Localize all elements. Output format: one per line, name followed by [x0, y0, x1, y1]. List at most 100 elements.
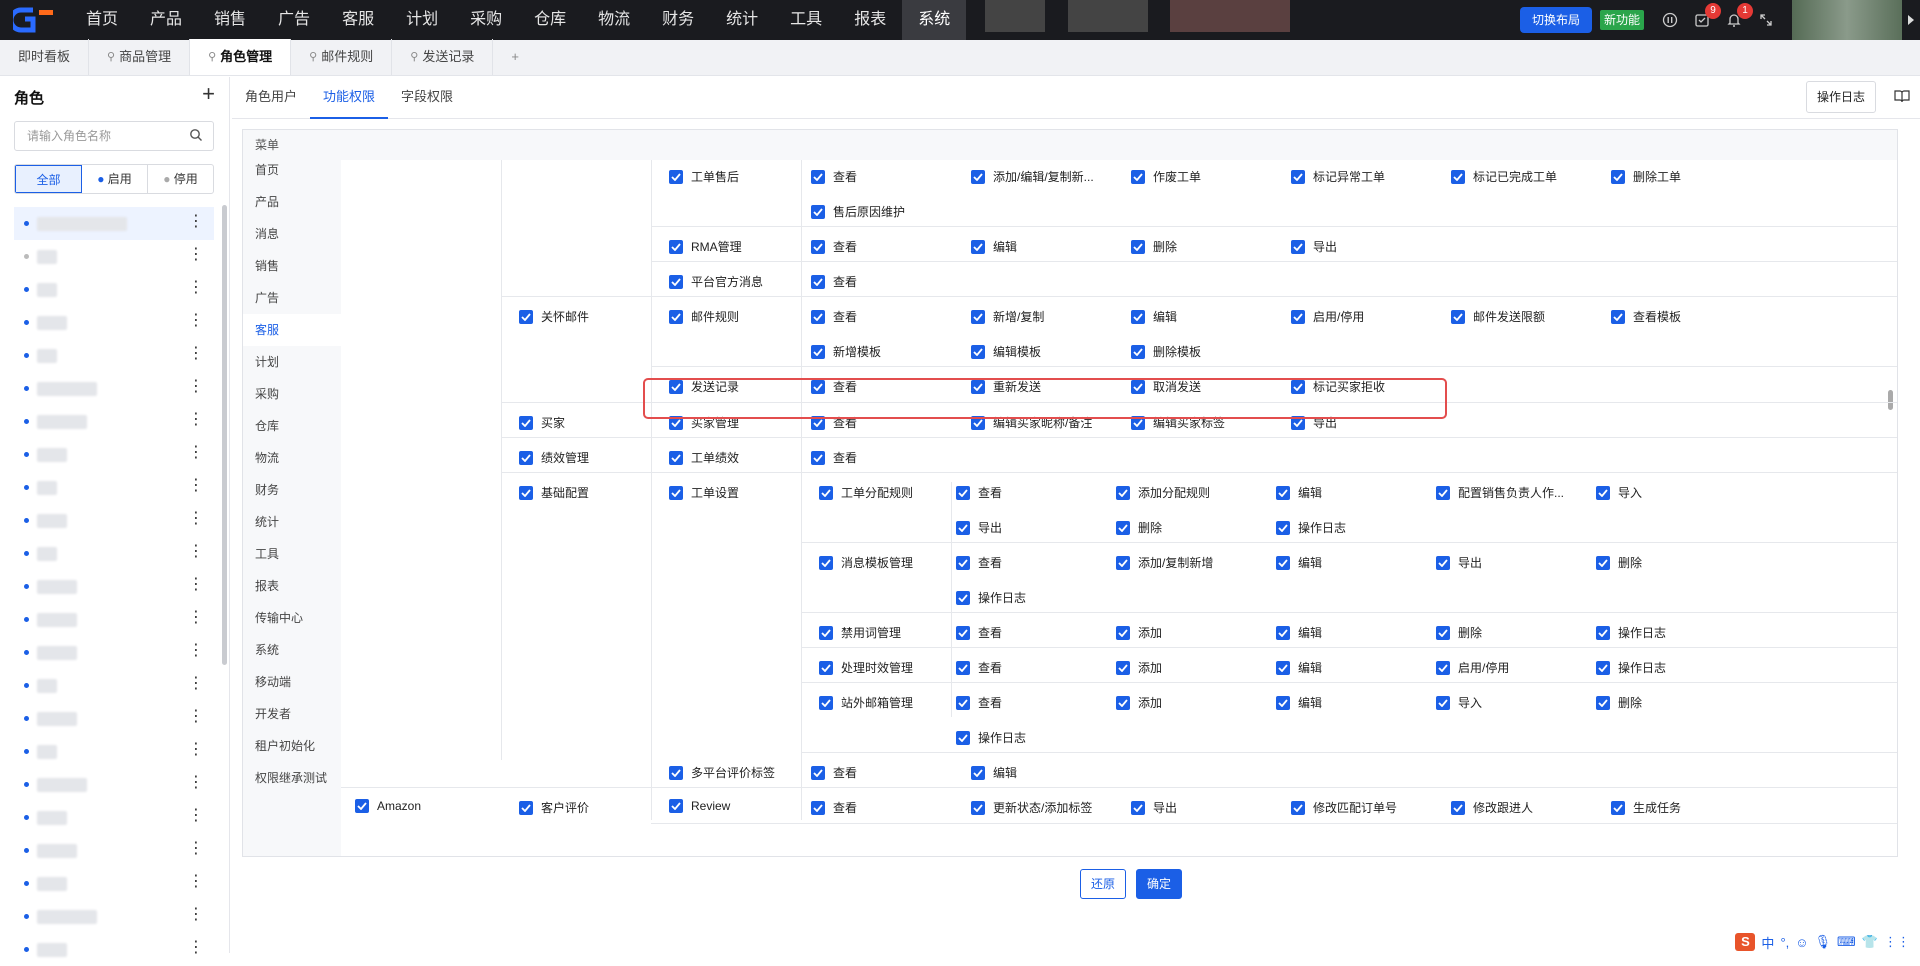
more-icon[interactable]: ⋮: [188, 378, 204, 396]
role-item[interactable]: ⋮: [14, 306, 214, 339]
permission-checkbox[interactable]: 删除: [1596, 554, 1642, 571]
role-item[interactable]: ⋮: [14, 438, 214, 471]
role-item[interactable]: ⋮: [14, 735, 214, 768]
microphone-icon[interactable]: 🎙: [1815, 934, 1832, 950]
permission-checkbox[interactable]: 添加: [1116, 624, 1162, 641]
confirm-button[interactable]: 确定: [1136, 869, 1182, 899]
fullscreen-icon[interactable]: [1755, 9, 1777, 31]
menu-item[interactable]: 传输中心: [243, 602, 341, 634]
permission-checkbox[interactable]: 生成任务: [1611, 799, 1681, 816]
checkbox-icon[interactable]: [1436, 486, 1450, 500]
permission-checkbox[interactable]: 启用/停用: [1436, 659, 1509, 676]
checkbox-icon[interactable]: [1131, 345, 1145, 359]
checkbox-icon[interactable]: [669, 275, 683, 289]
permission-checkbox[interactable]: 编辑: [1276, 659, 1322, 676]
checkbox-icon[interactable]: [811, 275, 825, 289]
more-icon[interactable]: ⋮: [188, 774, 204, 792]
permission-checkbox[interactable]: 编辑: [1276, 624, 1322, 641]
subpage-checkbox[interactable]: 处理时效管理: [819, 659, 913, 676]
role-item[interactable]: ⋮: [14, 372, 214, 405]
checkbox-icon[interactable]: [811, 766, 825, 780]
page-checkbox[interactable]: 工单绩效: [669, 449, 739, 466]
tab-product-management[interactable]: ⚲商品管理: [89, 39, 190, 75]
permission-checkbox[interactable]: 导出: [1291, 238, 1337, 255]
menu-item[interactable]: 消息: [243, 218, 341, 250]
nav-purchase[interactable]: 采购: [454, 0, 518, 40]
more-icon[interactable]: ⋮: [188, 477, 204, 495]
checkbox-icon[interactable]: [971, 345, 985, 359]
checkbox-icon[interactable]: [971, 310, 985, 324]
checkbox-icon[interactable]: [1276, 661, 1290, 675]
tab-mail-rules[interactable]: ⚲邮件规则: [291, 39, 392, 75]
role-item[interactable]: ⋮: [14, 504, 214, 537]
menu-item[interactable]: 计划: [243, 346, 341, 378]
checkbox-icon[interactable]: [1611, 801, 1625, 815]
permission-checkbox[interactable]: 删除: [1436, 624, 1482, 641]
subpage-checkbox[interactable]: 禁用词管理: [819, 624, 901, 641]
checkbox-icon[interactable]: [669, 486, 683, 500]
checkbox-icon[interactable]: [971, 766, 985, 780]
permission-checkbox[interactable]: 查看: [956, 659, 1002, 676]
role-item[interactable]: ⋮: [14, 603, 214, 636]
permission-checkbox[interactable]: 删除工单: [1611, 168, 1681, 185]
more-icon[interactable]: ⋮: [188, 807, 204, 825]
menu-item[interactable]: 工具: [243, 538, 341, 570]
checkbox-icon[interactable]: [1131, 310, 1145, 324]
checkbox-icon[interactable]: [1436, 626, 1450, 640]
checkbox-icon[interactable]: [819, 696, 833, 710]
permission-checkbox[interactable]: 添加/复制新增: [1116, 554, 1213, 571]
role-item[interactable]: ⋮: [14, 405, 214, 438]
checkbox-icon[interactable]: [519, 310, 533, 324]
menu-item[interactable]: 采购: [243, 378, 341, 410]
module-checkbox[interactable]: 关怀邮件: [519, 308, 589, 325]
checkbox-icon[interactable]: [669, 170, 683, 184]
role-item[interactable]: ⋮: [14, 636, 214, 669]
checkbox-icon[interactable]: [819, 626, 833, 640]
menu-item[interactable]: 报表: [243, 570, 341, 602]
punctuation-icon[interactable]: °,: [1780, 935, 1789, 950]
checkbox-icon[interactable]: [956, 521, 970, 535]
checkbox-icon[interactable]: [1276, 626, 1290, 640]
role-item[interactable]: ⋮: [14, 537, 214, 570]
more-icon[interactable]: ⋮: [188, 741, 204, 759]
ime-language[interactable]: 中: [1761, 933, 1774, 952]
module-checkbox[interactable]: 绩效管理: [519, 449, 589, 466]
role-item[interactable]: ⋮: [14, 801, 214, 834]
menu-item[interactable]: 物流: [243, 442, 341, 474]
checkbox-icon[interactable]: [1611, 170, 1625, 184]
checkbox-icon[interactable]: [956, 661, 970, 675]
more-icon[interactable]: ⋮: [188, 939, 204, 957]
pin-icon[interactable]: ⚲: [410, 39, 418, 75]
more-icon[interactable]: ⋮: [188, 312, 204, 330]
checkbox-icon[interactable]: [1116, 556, 1130, 570]
permission-checkbox[interactable]: 删除: [1131, 238, 1177, 255]
role-search-input[interactable]: 请输入角色名称: [14, 121, 214, 151]
operation-log-button[interactable]: 操作日志: [1806, 81, 1876, 113]
pause-icon[interactable]: [1659, 9, 1681, 31]
checkbox-icon[interactable]: [1291, 310, 1305, 324]
nav-product[interactable]: 产品: [134, 0, 198, 40]
permission-checkbox[interactable]: 更新状态/添加标签: [971, 799, 1092, 816]
checkbox-icon[interactable]: [1116, 521, 1130, 535]
permission-checkbox[interactable]: 标记已完成工单: [1451, 168, 1557, 185]
checkbox-icon[interactable]: [1276, 696, 1290, 710]
checkbox-icon[interactable]: [1276, 486, 1290, 500]
checkbox-icon[interactable]: [956, 486, 970, 500]
subpage-checkbox[interactable]: 站外邮箱管理: [819, 694, 913, 711]
ime-logo[interactable]: S: [1735, 933, 1755, 951]
tab-function-permissions[interactable]: 功能权限: [310, 77, 388, 119]
menu-item[interactable]: 财务: [243, 474, 341, 506]
subpage-checkbox[interactable]: 工单分配规则: [819, 484, 913, 501]
checkbox-icon[interactable]: [811, 345, 825, 359]
checkbox-icon[interactable]: [971, 801, 985, 815]
pin-icon[interactable]: ⚲: [309, 39, 317, 75]
pin-icon[interactable]: ⚲: [107, 39, 115, 75]
checkbox-icon[interactable]: [971, 240, 985, 254]
menu-item[interactable]: 统计: [243, 506, 341, 538]
switch-layout-button[interactable]: 切换布局: [1520, 7, 1592, 33]
permission-checkbox[interactable]: 导出: [1436, 554, 1482, 571]
user-avatar[interactable]: [1792, 0, 1902, 40]
permission-checkbox[interactable]: 编辑: [1276, 694, 1322, 711]
subpage-checkbox[interactable]: 消息模板管理: [819, 554, 913, 571]
checkbox-icon[interactable]: [811, 170, 825, 184]
